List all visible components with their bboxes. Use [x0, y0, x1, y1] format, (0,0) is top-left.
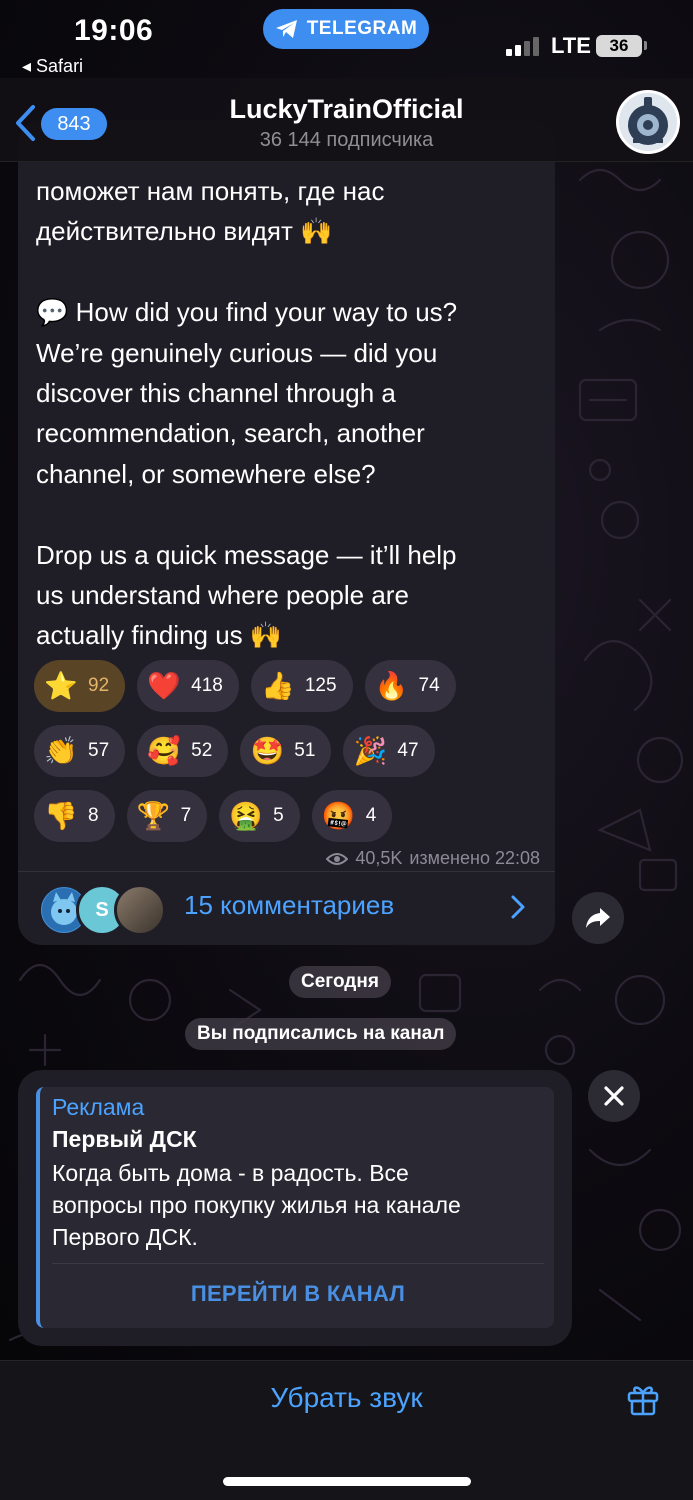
channel-avatar[interactable] — [616, 90, 680, 154]
thumbs-up-emoji-icon: 👍 — [261, 671, 295, 701]
reaction-fire[interactable]: 🔥 74 — [364, 660, 456, 712]
reaction-count: 47 — [397, 740, 419, 761]
star-emoji-icon: ⭐ — [44, 671, 78, 701]
sponsored-title: Первый ДСК — [52, 1126, 197, 1152]
sponsored-text: Когда быть дома - в радость. Все вопросы… — [52, 1157, 552, 1253]
views-count: 40,5K — [355, 848, 403, 868]
chevron-right-icon — [511, 895, 525, 919]
battery-tip — [644, 41, 647, 50]
post-line: actually finding us 🙌 — [36, 620, 283, 651]
reaction-count: 8 — [88, 805, 99, 826]
share-arrow-icon — [586, 908, 610, 928]
reaction-heart[interactable]: ❤️ 418 — [137, 660, 239, 712]
back-to-safari-link[interactable]: ◂ Safari — [22, 56, 83, 77]
unmute-button[interactable]: Убрать звук — [0, 1382, 693, 1414]
reaction-count: 92 — [88, 675, 110, 696]
reaction-smiling-hearts[interactable]: 🥰 52 — [137, 725, 229, 777]
post-line: поможет нам понять, где нас — [36, 176, 385, 206]
post-line: recommendation, search, another — [36, 418, 425, 449]
reaction-trophy[interactable]: 🏆 7 — [126, 790, 208, 842]
home-indicator — [223, 1477, 471, 1486]
sponsored-text-line: вопросы про покупку жилья на канале — [52, 1192, 461, 1218]
date-separator: Сегодня — [289, 966, 391, 998]
vomit-emoji-icon: 🤮 — [229, 801, 263, 831]
sponsored-divider — [52, 1263, 544, 1264]
edited-time: изменено 22:08 — [409, 848, 540, 868]
thumbs-down-emoji-icon: 👎 — [44, 801, 78, 831]
reaction-count: 74 — [418, 675, 440, 696]
comments-label: 15 комментариев — [184, 890, 395, 920]
cell-signal-icon — [506, 37, 539, 56]
reaction-clap[interactable]: 👏 57 — [34, 725, 126, 777]
reaction-count: 125 — [304, 675, 337, 696]
channel-title[interactable]: LuckyTrainOfficial — [0, 94, 693, 125]
reaction-count: 4 — [365, 805, 377, 826]
sponsored-text-line: Когда быть дома - в радость. Все — [52, 1160, 409, 1186]
chat-header: 843 LuckyTrainOfficial 36 144 подписчика — [0, 78, 693, 162]
post-line: We’re genuinely curious — did you — [36, 337, 438, 368]
eye-icon — [326, 852, 349, 865]
smiling-hearts-emoji-icon: 🥰 — [147, 736, 181, 766]
trophy-emoji-icon: 🏆 — [136, 801, 171, 831]
status-time: 19:06 — [74, 14, 154, 47]
post-meta: 40,5K изменено 22:08 — [290, 848, 540, 869]
post-line: channel, or somewhere else? — [36, 458, 376, 489]
reaction-cursing[interactable]: 🤬 4 — [311, 790, 393, 842]
reaction-count: 52 — [191, 740, 213, 761]
reaction-star[interactable]: ⭐ 92 — [34, 660, 126, 712]
go-to-channel-button[interactable]: ПЕРЕЙТИ В КАНАЛ — [52, 1281, 544, 1307]
post-text: поможет нам понять, где нас действительн… — [36, 171, 546, 656]
post-line: us understand where people are — [36, 580, 409, 611]
post-line: Drop us a quick message — it’ll help — [36, 539, 457, 570]
star-struck-emoji-icon: 🤩 — [250, 736, 285, 766]
heart-emoji-icon: ❤️ — [147, 671, 181, 701]
clap-emoji-icon: 👏 — [44, 736, 78, 766]
reaction-count: 51 — [294, 740, 316, 761]
train-logo-icon — [619, 93, 677, 151]
network-type: LTE — [551, 33, 591, 58]
fire-emoji-icon: 🔥 — [374, 671, 409, 701]
close-icon — [604, 1086, 624, 1106]
reaction-party-popper[interactable]: 🎉 47 — [343, 725, 435, 777]
comments-button[interactable]: S 15 комментариев — [18, 872, 555, 944]
party-popper-emoji-icon: 🎉 — [353, 736, 388, 766]
reactions-panel: ⭐ 92 ❤️ 418 👍 125 🔥 74 👏 57 🥰 52 🤩 51 🎉 … — [34, 660, 544, 855]
reactions-row: 👏 57 🥰 52 🤩 51 🎉 47 — [34, 725, 544, 777]
reaction-count: 7 — [180, 805, 192, 826]
telegram-pill-label: TELEGRAM — [306, 18, 418, 39]
date-label: Сегодня — [301, 971, 379, 992]
telegram-pill[interactable]: TELEGRAM — [263, 9, 429, 49]
commenter-initial: S — [95, 898, 109, 921]
gift-icon[interactable] — [626, 1382, 660, 1416]
reaction-thumbs-down[interactable]: 👎 8 — [34, 790, 115, 842]
sponsored-label: Реклама — [52, 1094, 145, 1120]
post-line: действительно видят 🙌 — [36, 216, 333, 247]
close-ad-button[interactable] — [588, 1070, 640, 1122]
subscriber-count: 36 144 подписчика — [259, 129, 434, 151]
reaction-thumbs-up[interactable]: 👍 125 — [250, 660, 353, 712]
reaction-count: 418 — [191, 675, 223, 696]
post-line: discover this channel through a — [36, 378, 396, 409]
battery-level: 36 — [609, 36, 629, 55]
reaction-star-struck[interactable]: 🤩 51 — [240, 725, 332, 777]
subscribed-notice: Вы подписались на канал — [185, 1018, 457, 1050]
reaction-count: 57 — [88, 740, 110, 761]
reaction-count: 5 — [273, 805, 284, 826]
reactions-row: ⭐ 92 ❤️ 418 👍 125 🔥 74 — [34, 660, 544, 712]
share-button[interactable] — [572, 892, 624, 944]
cursing-emoji-icon: 🤬 — [321, 801, 356, 831]
post-line: 💬 How did you find your way to us? — [36, 297, 458, 328]
reaction-vomit[interactable]: 🤮 5 — [219, 790, 300, 842]
telegram-plane-icon — [275, 20, 297, 38]
sponsored-text-line: Первого ДСК. — [52, 1224, 198, 1250]
commenter-avatar — [114, 884, 166, 936]
battery-icon: 36 — [596, 35, 642, 57]
reactions-row: 👎 8 🏆 7 🤮 5 🤬 4 — [34, 790, 544, 842]
subscribed-label: Вы подписались на канал — [197, 1023, 445, 1044]
